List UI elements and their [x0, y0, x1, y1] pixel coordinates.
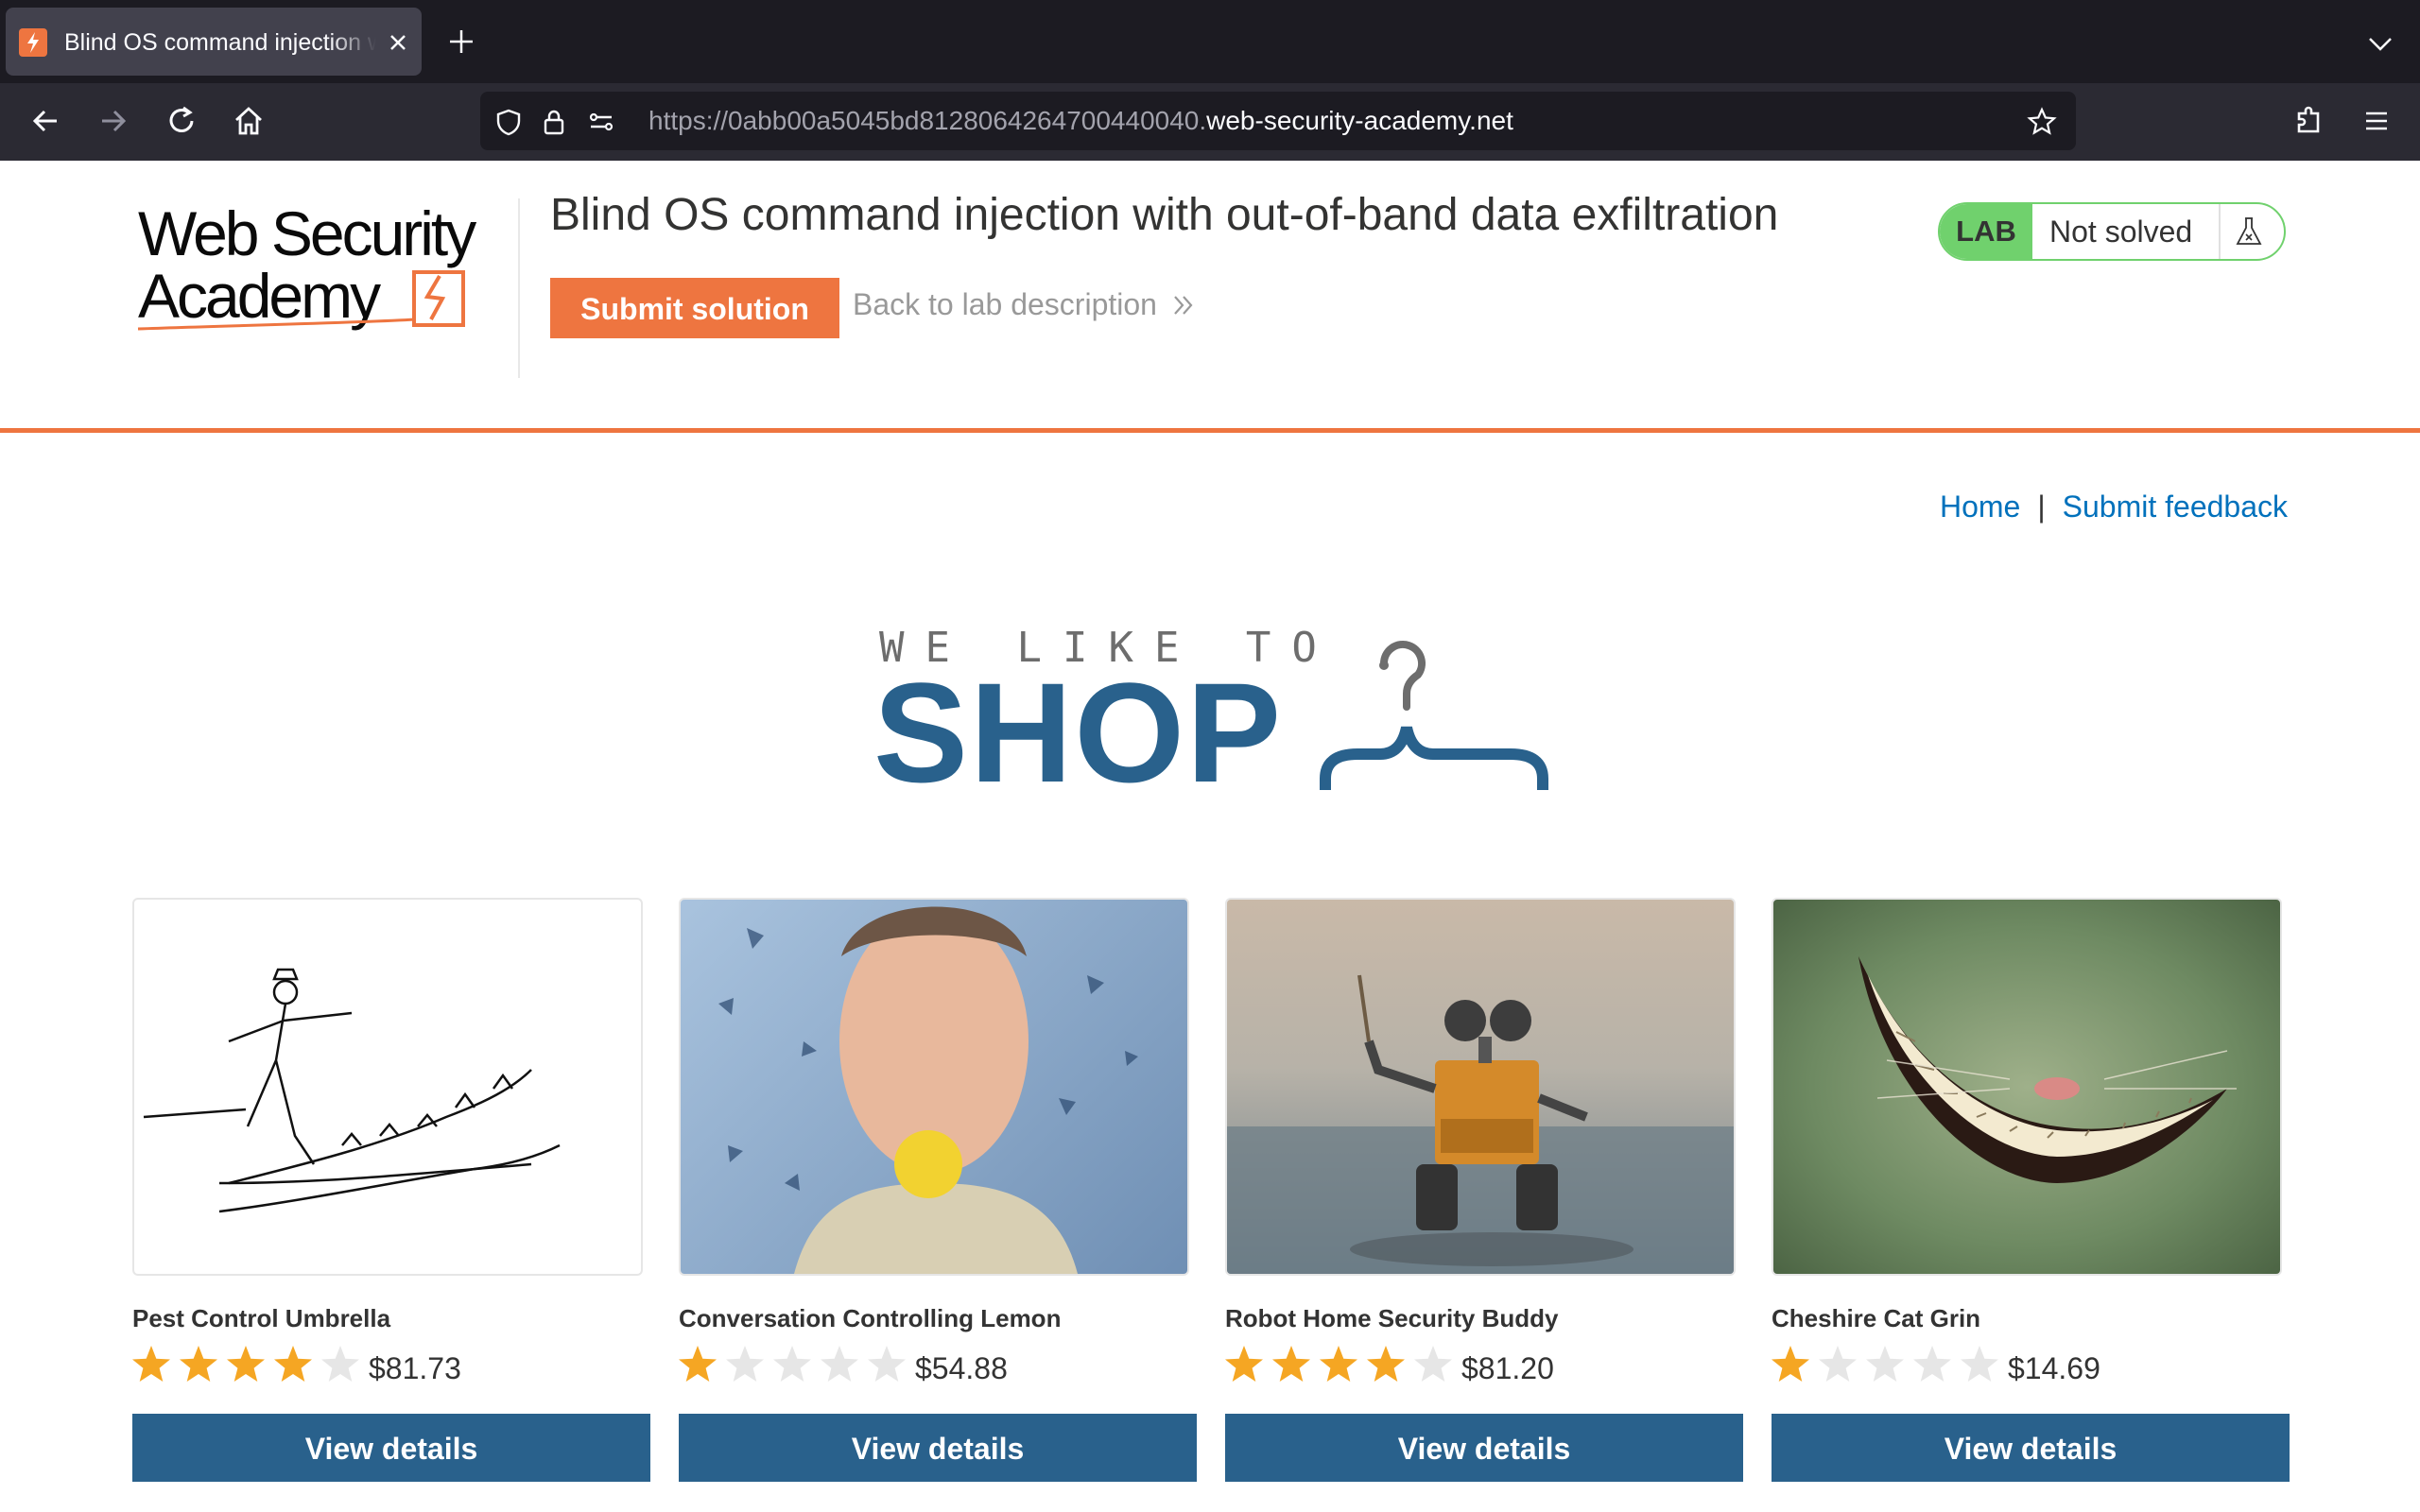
nav-separator: |	[2037, 490, 2046, 524]
star-empty-icon	[868, 1346, 906, 1382]
menu-icon[interactable]	[2358, 102, 2395, 140]
star-filled-icon	[679, 1346, 717, 1382]
url-prefix: https://0abb00a5045bd8128064264700440040…	[648, 106, 1207, 135]
shop-banner: WE LIKE TO SHOP	[870, 614, 1550, 803]
view-details-button[interactable]: View details	[1772, 1414, 2290, 1482]
cheshire-cat-grin-illustration	[1858, 956, 2237, 1183]
product-image[interactable]	[1225, 898, 1736, 1276]
flask-icon	[2236, 217, 2262, 245]
star-empty-icon	[1961, 1346, 1998, 1382]
lab-badge: LAB	[1940, 204, 2032, 259]
star-filled-icon	[1272, 1346, 1310, 1382]
product-name: Conversation Controlling Lemon	[679, 1304, 1062, 1332]
url-text[interactable]: https://0abb00a5045bd8128064264700440040…	[648, 106, 1513, 136]
star-empty-icon	[821, 1346, 858, 1382]
coat-hanger-icon	[1320, 641, 1548, 790]
product-price: $81.20	[1461, 1351, 1554, 1385]
star-empty-icon	[726, 1346, 764, 1382]
star-empty-icon	[1866, 1346, 1904, 1382]
product-price: $81.73	[369, 1351, 461, 1385]
product-name: Cheshire Cat Grin	[1772, 1304, 1981, 1332]
close-tab-icon[interactable]	[384, 28, 412, 57]
browser-tab-bar: Blind OS command injection with out-of-b…	[0, 0, 2420, 83]
product-image[interactable]	[1772, 898, 2282, 1276]
star-rating	[1772, 1346, 1998, 1382]
submit-solution-button[interactable]: Submit solution	[550, 278, 839, 338]
lock-icon[interactable]	[539, 107, 569, 137]
reload-icon[interactable]	[163, 102, 200, 140]
permissions-icon[interactable]	[586, 107, 616, 137]
lab-status-text: Not solved	[2049, 215, 2193, 249]
top-navigation: Home | Submit feedback	[1940, 490, 2288, 524]
star-empty-icon	[321, 1346, 359, 1382]
product-image[interactable]	[132, 898, 643, 1276]
star-filled-icon	[1772, 1346, 1809, 1382]
umbrella-sketch-illustration	[143, 968, 561, 1213]
star-filled-icon	[1320, 1346, 1357, 1382]
status-divider	[2219, 204, 2221, 259]
star-bookmark-icon[interactable]	[2027, 107, 2057, 137]
lemon-face-photo	[718, 906, 1138, 1274]
forward-icon[interactable]	[95, 102, 132, 140]
star-empty-icon	[1414, 1346, 1452, 1382]
product-name: Pest Control Umbrella	[132, 1304, 391, 1332]
star-filled-icon	[227, 1346, 265, 1382]
browser-nav-bar: https://0abb00a5045bd8128064264700440040…	[0, 83, 2420, 161]
double-chevron-right-icon[interactable]	[1170, 291, 1199, 319]
view-details-button[interactable]: View details	[679, 1414, 1197, 1482]
web-security-academy-logo[interactable]: Web Security Academy	[132, 198, 516, 338]
tab-title: Blind OS command injection with out-of-b…	[64, 29, 376, 56]
extensions-icon[interactable]	[2290, 102, 2327, 140]
browser-tab[interactable]: Blind OS command injection with out-of-b…	[6, 8, 422, 76]
star-filled-icon	[1367, 1346, 1405, 1382]
back-to-lab-description-link[interactable]: Back to lab description	[853, 287, 1157, 322]
home-icon[interactable]	[230, 102, 268, 140]
back-icon[interactable]	[26, 102, 64, 140]
url-bar[interactable]: https://0abb00a5045bd8128064264700440040…	[480, 92, 2076, 150]
star-filled-icon	[274, 1346, 312, 1382]
banner-shop-text: SHOP	[873, 653, 1284, 812]
product-name: Robot Home Security Buddy	[1225, 1304, 1559, 1332]
product-image[interactable]	[679, 898, 1189, 1276]
submit-feedback-link[interactable]: Submit feedback	[2063, 490, 2288, 524]
lab-title: Blind OS command injection with out-of-b…	[550, 190, 1779, 240]
url-domain: web-security-academy.net	[1206, 106, 1513, 135]
star-filled-icon	[180, 1346, 217, 1382]
robot-toy-photo	[1227, 974, 1734, 1274]
chevron-down-icon[interactable]	[2363, 26, 2397, 60]
star-empty-icon	[1819, 1346, 1857, 1382]
lab-header: Web Security Academy Blind OS command in…	[0, 161, 2420, 433]
product-price: $54.88	[915, 1351, 1008, 1385]
logo-divider	[518, 198, 520, 378]
star-filled-icon	[1225, 1346, 1263, 1382]
svg-text:Academy: Academy	[138, 261, 381, 331]
shield-icon[interactable]	[493, 107, 524, 137]
star-filled-icon	[132, 1346, 170, 1382]
star-empty-icon	[1913, 1346, 1951, 1382]
new-tab-icon[interactable]	[444, 25, 478, 59]
favicon-icon	[19, 28, 47, 57]
lab-status-widget: LAB Not solved	[1938, 202, 2286, 261]
star-rating	[132, 1346, 359, 1382]
star-empty-icon	[773, 1346, 811, 1382]
star-rating	[1225, 1346, 1452, 1382]
star-rating	[679, 1346, 906, 1382]
view-details-button[interactable]: View details	[1225, 1414, 1743, 1482]
svg-text:Web Security: Web Security	[138, 198, 476, 268]
home-link[interactable]: Home	[1940, 490, 2020, 524]
product-price: $14.69	[2008, 1351, 2100, 1385]
view-details-button[interactable]: View details	[132, 1414, 650, 1482]
